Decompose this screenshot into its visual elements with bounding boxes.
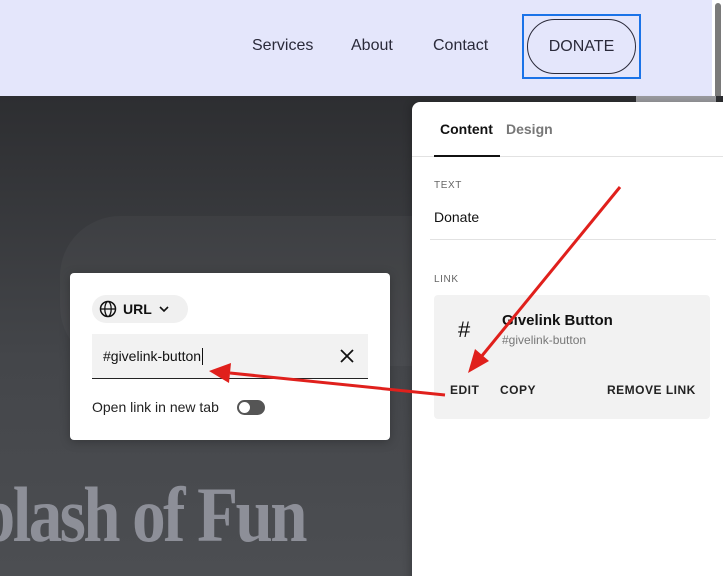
donate-button[interactable]: DONATE (527, 19, 636, 74)
text-section-label: TEXT (434, 180, 462, 191)
side-panel: Content Design TEXT Donate LINK # Giveli… (412, 102, 723, 576)
link-type-label: URL (123, 301, 152, 317)
hero-title: plash of Fun (0, 471, 308, 558)
globe-icon (99, 300, 117, 318)
edit-link-button[interactable]: EDIT (450, 383, 479, 397)
url-input-value: #givelink-button (103, 348, 202, 364)
text-caret (202, 347, 204, 365)
remove-link-button[interactable]: REMOVE LINK (607, 383, 696, 397)
section-divider (430, 239, 716, 240)
nav-contact[interactable]: Contact (433, 37, 488, 55)
scrollbar-thumb[interactable] (715, 3, 721, 101)
text-value[interactable]: Donate (434, 209, 479, 225)
link-type-select[interactable]: URL (92, 295, 188, 323)
tab-design[interactable]: Design (506, 121, 553, 137)
hash-icon: # (458, 317, 471, 342)
link-popup: URL #givelink-button Open link in new ta… (70, 273, 390, 440)
site-header: Services About Contact DONATE (0, 0, 723, 96)
nav-about[interactable]: About (351, 37, 393, 55)
new-tab-toggle[interactable] (237, 400, 265, 415)
tab-content[interactable]: Content (440, 121, 493, 137)
url-input[interactable]: #givelink-button (92, 334, 368, 379)
toggle-knob (239, 402, 250, 413)
close-icon[interactable] (338, 347, 356, 365)
active-tab-indicator (434, 155, 500, 157)
chevron-down-icon (159, 306, 169, 313)
link-section-label: LINK (434, 274, 459, 285)
copy-link-button[interactable]: COPY (500, 383, 536, 397)
nav-services[interactable]: Services (252, 37, 313, 55)
link-subtitle: #givelink-button (502, 333, 587, 347)
new-tab-label: Open link in new tab (92, 399, 219, 415)
link-card: # Givelink Button #givelink-button EDIT … (434, 295, 710, 419)
link-title: Givelink Button (502, 312, 613, 329)
